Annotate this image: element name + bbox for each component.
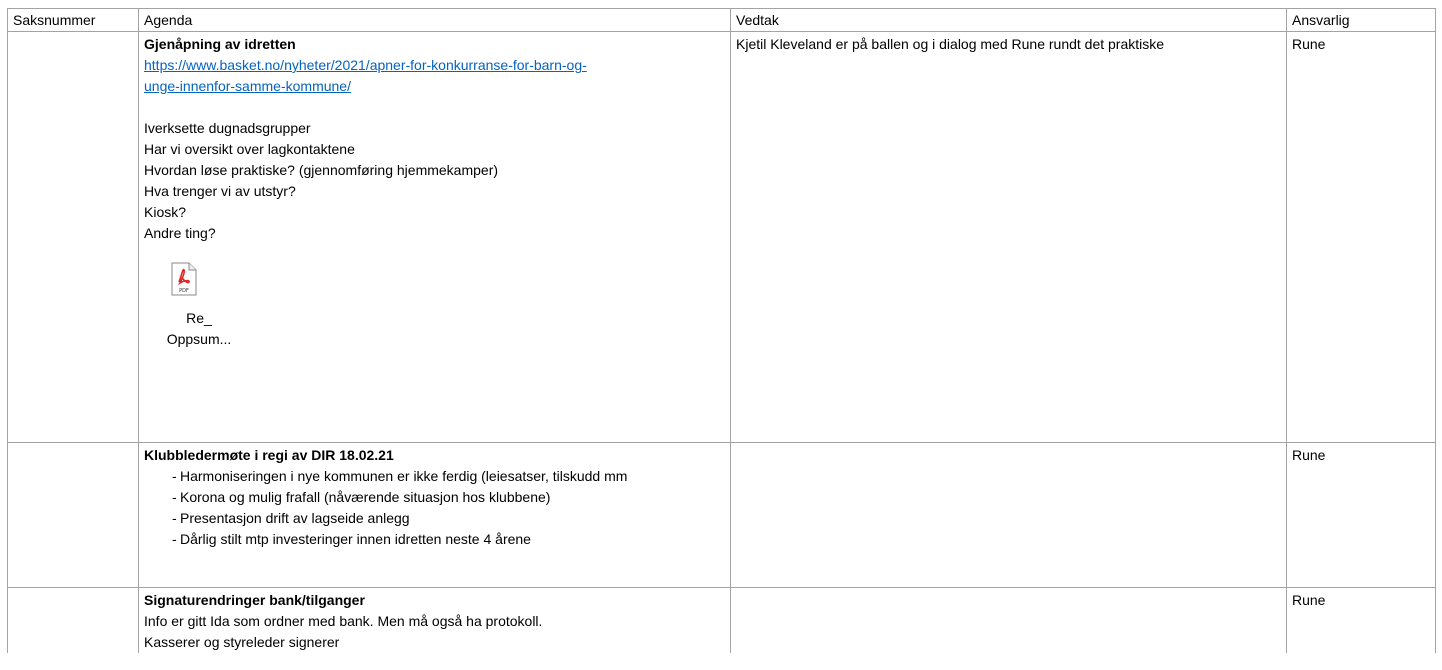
attachment-name-line: Re_	[186, 310, 212, 326]
vedtak-cell: Kjetil Kleveland er på ballen og i dialo…	[730, 31, 1287, 443]
agenda-line: Andre ting?	[144, 225, 216, 241]
vedtak-cell	[730, 587, 1287, 653]
pdf-file-icon: PDF	[171, 262, 197, 296]
header-row: Saksnummer Agenda Vedtak Ansvarlig	[7, 8, 1436, 32]
pdf-icon-label: PDF	[179, 288, 189, 294]
attachment-name: Re_ Oppsum...	[144, 308, 254, 350]
header-ansvarlig: Ansvarlig	[1286, 8, 1436, 32]
agenda-line: Har vi oversikt over lagkontaktene	[144, 141, 355, 157]
agenda-line: Hvordan løse praktiske? (gjennomføring h…	[144, 162, 499, 178]
table-row: Klubbledermøte i regi av DIR 18.02.21 Ha…	[7, 442, 1436, 588]
saksnummer-cell	[7, 31, 139, 443]
list-item: Harmoniseringen i nye kommunen er ikke f…	[172, 466, 725, 487]
minutes-table: Saksnummer Agenda Vedtak Ansvarlig Gjenå…	[7, 8, 1436, 653]
attachment-name-line: Oppsum...	[166, 331, 232, 347]
table-row: Signaturendringer bank/tilganger Info er…	[7, 587, 1436, 653]
header-saksnummer: Saksnummer	[7, 8, 139, 32]
saksnummer-cell	[7, 442, 139, 588]
saksnummer-cell	[7, 587, 139, 653]
agenda-bullet-list: Harmoniseringen i nye kommunen er ikke f…	[144, 466, 725, 550]
vedtak-cell	[730, 442, 1287, 588]
agenda-cell: Signaturendringer bank/tilganger Info er…	[138, 587, 731, 653]
agenda-line: Iverksette dugnadsgrupper	[144, 120, 311, 136]
list-item: Korona og mulig frafall (nåværende situa…	[172, 487, 725, 508]
list-item: Dårlig stilt mtp investeringer innen idr…	[172, 529, 725, 550]
agenda-link-continued[interactable]: unge-innenfor-samme-kommune/	[144, 76, 725, 97]
agenda-title: Klubbledermøte i regi av DIR 18.02.21	[144, 447, 394, 463]
agenda-link[interactable]: https://www.basket.no/nyheter/2021/apner…	[144, 55, 725, 76]
table-row: Gjenåpning av idretten https://www.baske…	[7, 31, 1436, 443]
ansvarlig-cell: Rune	[1286, 587, 1436, 653]
agenda-title: Gjenåpning av idretten	[144, 36, 296, 52]
agenda-cell: Gjenåpning av idretten https://www.baske…	[138, 31, 731, 443]
agenda-line: Kiosk?	[144, 204, 187, 220]
ansvarlig-cell: Rune	[1286, 442, 1436, 588]
agenda-cell: Klubbledermøte i regi av DIR 18.02.21 Ha…	[138, 442, 731, 588]
list-item: Presentasjon drift av lagseide anlegg	[172, 508, 725, 529]
header-agenda: Agenda	[138, 8, 731, 32]
agenda-title: Signaturendringer bank/tilganger	[144, 592, 365, 608]
agenda-line: Info er gitt Ida som ordner med bank. Me…	[144, 613, 543, 629]
pdf-attachment[interactable]: PDF Re_ Oppsum...	[144, 262, 254, 350]
agenda-line: Kasserer og styreleder signerer	[144, 634, 340, 650]
header-vedtak: Vedtak	[730, 8, 1287, 32]
agenda-line: Hva trenger vi av utstyr?	[144, 183, 296, 199]
ansvarlig-cell: Rune	[1286, 31, 1436, 443]
